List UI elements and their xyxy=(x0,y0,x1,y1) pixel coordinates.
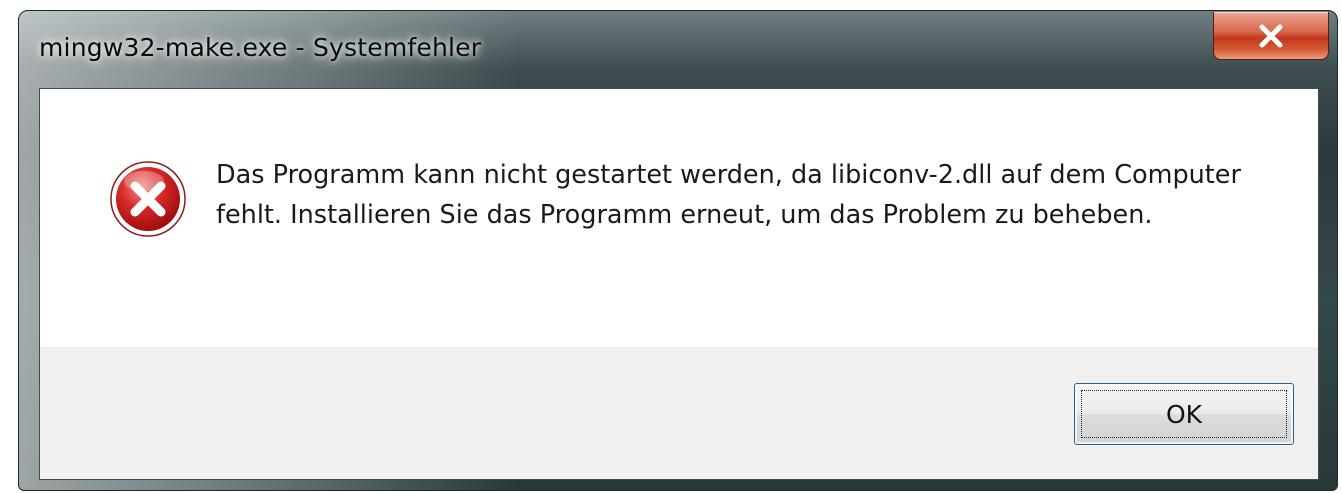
message-area: Das Programm kann nicht gestartet werden… xyxy=(40,89,1318,347)
title-bar[interactable]: mingw32-make.exe - Systemfehler xyxy=(19,11,1337,87)
dialog-body: Das Programm kann nicht gestartet werden… xyxy=(39,88,1319,480)
dialog-window: mingw32-make.exe - Systemfehler Das Prog… xyxy=(18,10,1338,491)
close-button[interactable] xyxy=(1213,12,1329,60)
error-message: Das Programm kann nicht gestartet werden… xyxy=(216,160,1241,230)
close-icon xyxy=(1259,24,1283,47)
ok-button[interactable]: OK xyxy=(1074,383,1294,445)
ok-button-label: OK xyxy=(1165,399,1203,429)
error-icon xyxy=(110,161,186,237)
window-title: mingw32-make.exe - Systemfehler xyxy=(39,33,482,62)
